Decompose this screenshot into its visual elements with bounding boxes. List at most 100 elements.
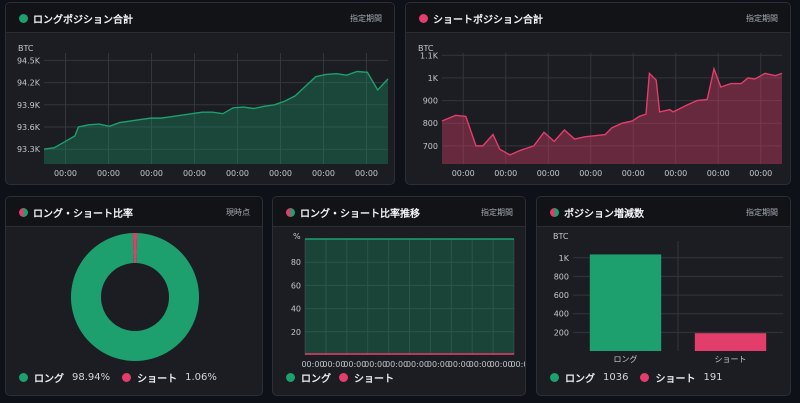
x-tick-label: 00:00 (140, 169, 163, 178)
panel-title: ロング・ショート比率 (33, 209, 133, 220)
bar-long (589, 254, 662, 351)
long-legend-dot-icon (550, 373, 559, 382)
ratio-panel: ロング・ショート比率 現時点 ロング 98.94% ショート 1.06% (5, 196, 263, 396)
y-tick-label: 1K (428, 74, 439, 83)
x-tick-label: 00:00 (469, 360, 492, 369)
y-tick-label: 1.1K (420, 51, 439, 60)
panel-header: ロング・ショート比率推移 指定期間 (273, 197, 525, 227)
x-tick-label: 00:00 (343, 360, 366, 369)
panel-title: ロングポジション合計 (33, 15, 133, 26)
panel-header: ロング・ショート比率 現時点 (6, 197, 262, 227)
x-tick-label: 00:00 (54, 169, 77, 178)
x-tick-label: 00:00 (97, 169, 120, 178)
ratio-donut-chart (71, 233, 199, 361)
y-axis-unit: BTC (18, 44, 34, 53)
legend-long-label: ロング (301, 374, 331, 385)
y-tick-label: 900 (423, 97, 438, 106)
x-tick-label: 00:00 (510, 360, 526, 369)
short-total-chart: BTC7008009001K1.1K00:00 00:00 00:00 00:00 00… (418, 44, 783, 178)
x-tick-label: 00:00 (664, 169, 687, 178)
x-tick-label: 00:00 (322, 360, 345, 369)
y-tick-label: 93.6K (17, 123, 41, 132)
ratio-trend-dot-icon (286, 208, 295, 217)
y-tick-label: 800 (554, 272, 569, 281)
legend-long-value: 98.94% (72, 372, 111, 383)
long-legend-dot-icon (286, 373, 295, 382)
panel-header: ショートポジション合計 指定期間 (406, 3, 790, 33)
range-label[interactable]: 指定期間 (481, 207, 513, 218)
x-tick-label: 00:00 (707, 169, 730, 178)
y-tick-label: 1K (559, 254, 570, 263)
y-tick-label: 80 (291, 258, 301, 267)
position-change-panel: ポジション増減数 指定期間 BTC 200 400 600 800 1K ロング ショート ロ… (536, 196, 791, 396)
legend-short-label: ショート (137, 374, 178, 385)
x-tick-label: ロング (614, 354, 638, 364)
y-tick-label: 60 (291, 281, 301, 290)
x-tick-label: 00:00 (385, 360, 408, 369)
position-change-chart: BTC 200 400 600 800 1K ロング ショート (553, 232, 783, 364)
long-status-dot-icon (19, 14, 28, 23)
long-total-panel: ロングポジション合計 指定期間 BTC 93.3K 93.6K 93.9K 94.2K 9… (5, 2, 395, 185)
y-axis-unit: % (293, 232, 301, 241)
y-tick-label: 93.3K (17, 145, 41, 154)
series-area (44, 71, 388, 164)
short-legend-dot-icon (339, 373, 348, 382)
x-tick-label: 00:00 (312, 169, 335, 178)
y-tick-label: 400 (554, 310, 569, 319)
y-tick-label: 94.2K (17, 79, 41, 88)
legend-long-label: ロング (34, 374, 64, 385)
panel-header: ポジション増減数 指定期間 (537, 197, 790, 227)
range-label[interactable]: 指定期間 (746, 13, 778, 24)
legend-long-label: ロング (565, 374, 595, 385)
y-tick-label: 20 (291, 328, 301, 337)
legend-short-label: ショート (354, 374, 394, 385)
legend-short-value: 1.06% (185, 372, 217, 383)
x-tick-label: 00:00 (537, 169, 560, 178)
x-tick-label: 00:00 (364, 360, 387, 369)
x-tick-label: 00:00 (406, 360, 429, 369)
y-tick-label: 93.9K (17, 101, 41, 110)
position-change-dot-icon (550, 208, 559, 217)
x-tick-label: 00:00 (183, 169, 206, 178)
ratio-trend-panel: ロング・ショート比率推移 指定期間 % 20 40 60 80 00:00 00:00 00:… (272, 196, 526, 396)
legend-long-value: 1036 (603, 372, 629, 383)
ratio-trend-chart: %2040608000:0000:0000:0000:0000:0000:000… (291, 232, 526, 369)
long-legend-dot-icon (19, 373, 28, 382)
short-status-dot-icon (419, 14, 428, 23)
long-series-area (305, 239, 514, 354)
change-legend: ロング 1036 ショート 191 (550, 370, 735, 385)
range-label[interactable]: 指定期間 (350, 13, 382, 24)
y-axis-unit: BTC (553, 232, 569, 241)
x-tick-label: 00:00 (301, 360, 324, 369)
ratio-legend: ロング 98.94% ショート 1.06% (19, 370, 229, 385)
y-tick-label: 200 (554, 328, 569, 337)
range-label[interactable]: 現時点 (226, 207, 250, 218)
x-tick-label: 00:00 (269, 169, 292, 178)
short-legend-dot-icon (640, 373, 650, 382)
panel-title: ロング・ショート比率推移 (300, 209, 420, 220)
x-tick-label: 00:00 (427, 360, 450, 369)
y-tick-label: 94.5K (17, 56, 41, 65)
x-tick-label: 00:00 (490, 360, 513, 369)
x-tick-label: 00:00 (452, 169, 475, 178)
ratio-dot-icon (19, 208, 28, 217)
x-tick-label: ショート (715, 355, 747, 364)
long-total-chart: BTC 93.3K 93.6K 93.9K 94.2K 94.5K 00:00 00:00 00… (17, 44, 389, 178)
x-tick-label: 00:00 (448, 360, 471, 369)
x-tick-label: 00:00 (355, 169, 378, 178)
panel-title: ポジション増減数 (564, 209, 644, 220)
range-label[interactable]: 指定期間 (746, 207, 778, 218)
y-tick-label: 800 (423, 119, 438, 128)
legend-short-label: ショート (655, 374, 696, 385)
short-legend-dot-icon (122, 373, 132, 382)
y-tick-label: 700 (423, 142, 438, 151)
trend-legend: ロング ショート (286, 370, 402, 385)
x-tick-label: 00:00 (622, 169, 645, 178)
x-tick-label: 00:00 (579, 169, 602, 178)
bar-short (694, 333, 767, 351)
legend-short-value: 191 (703, 372, 723, 383)
short-total-panel: ショートポジション合計 指定期間 BTC 700 800 900 1K 1.1K 00:00… (405, 2, 791, 185)
panel-title: ショートポジション合計 (433, 15, 543, 26)
panel-header: ロングポジション合計 指定期間 (6, 3, 394, 33)
y-tick-label: 40 (291, 305, 301, 314)
